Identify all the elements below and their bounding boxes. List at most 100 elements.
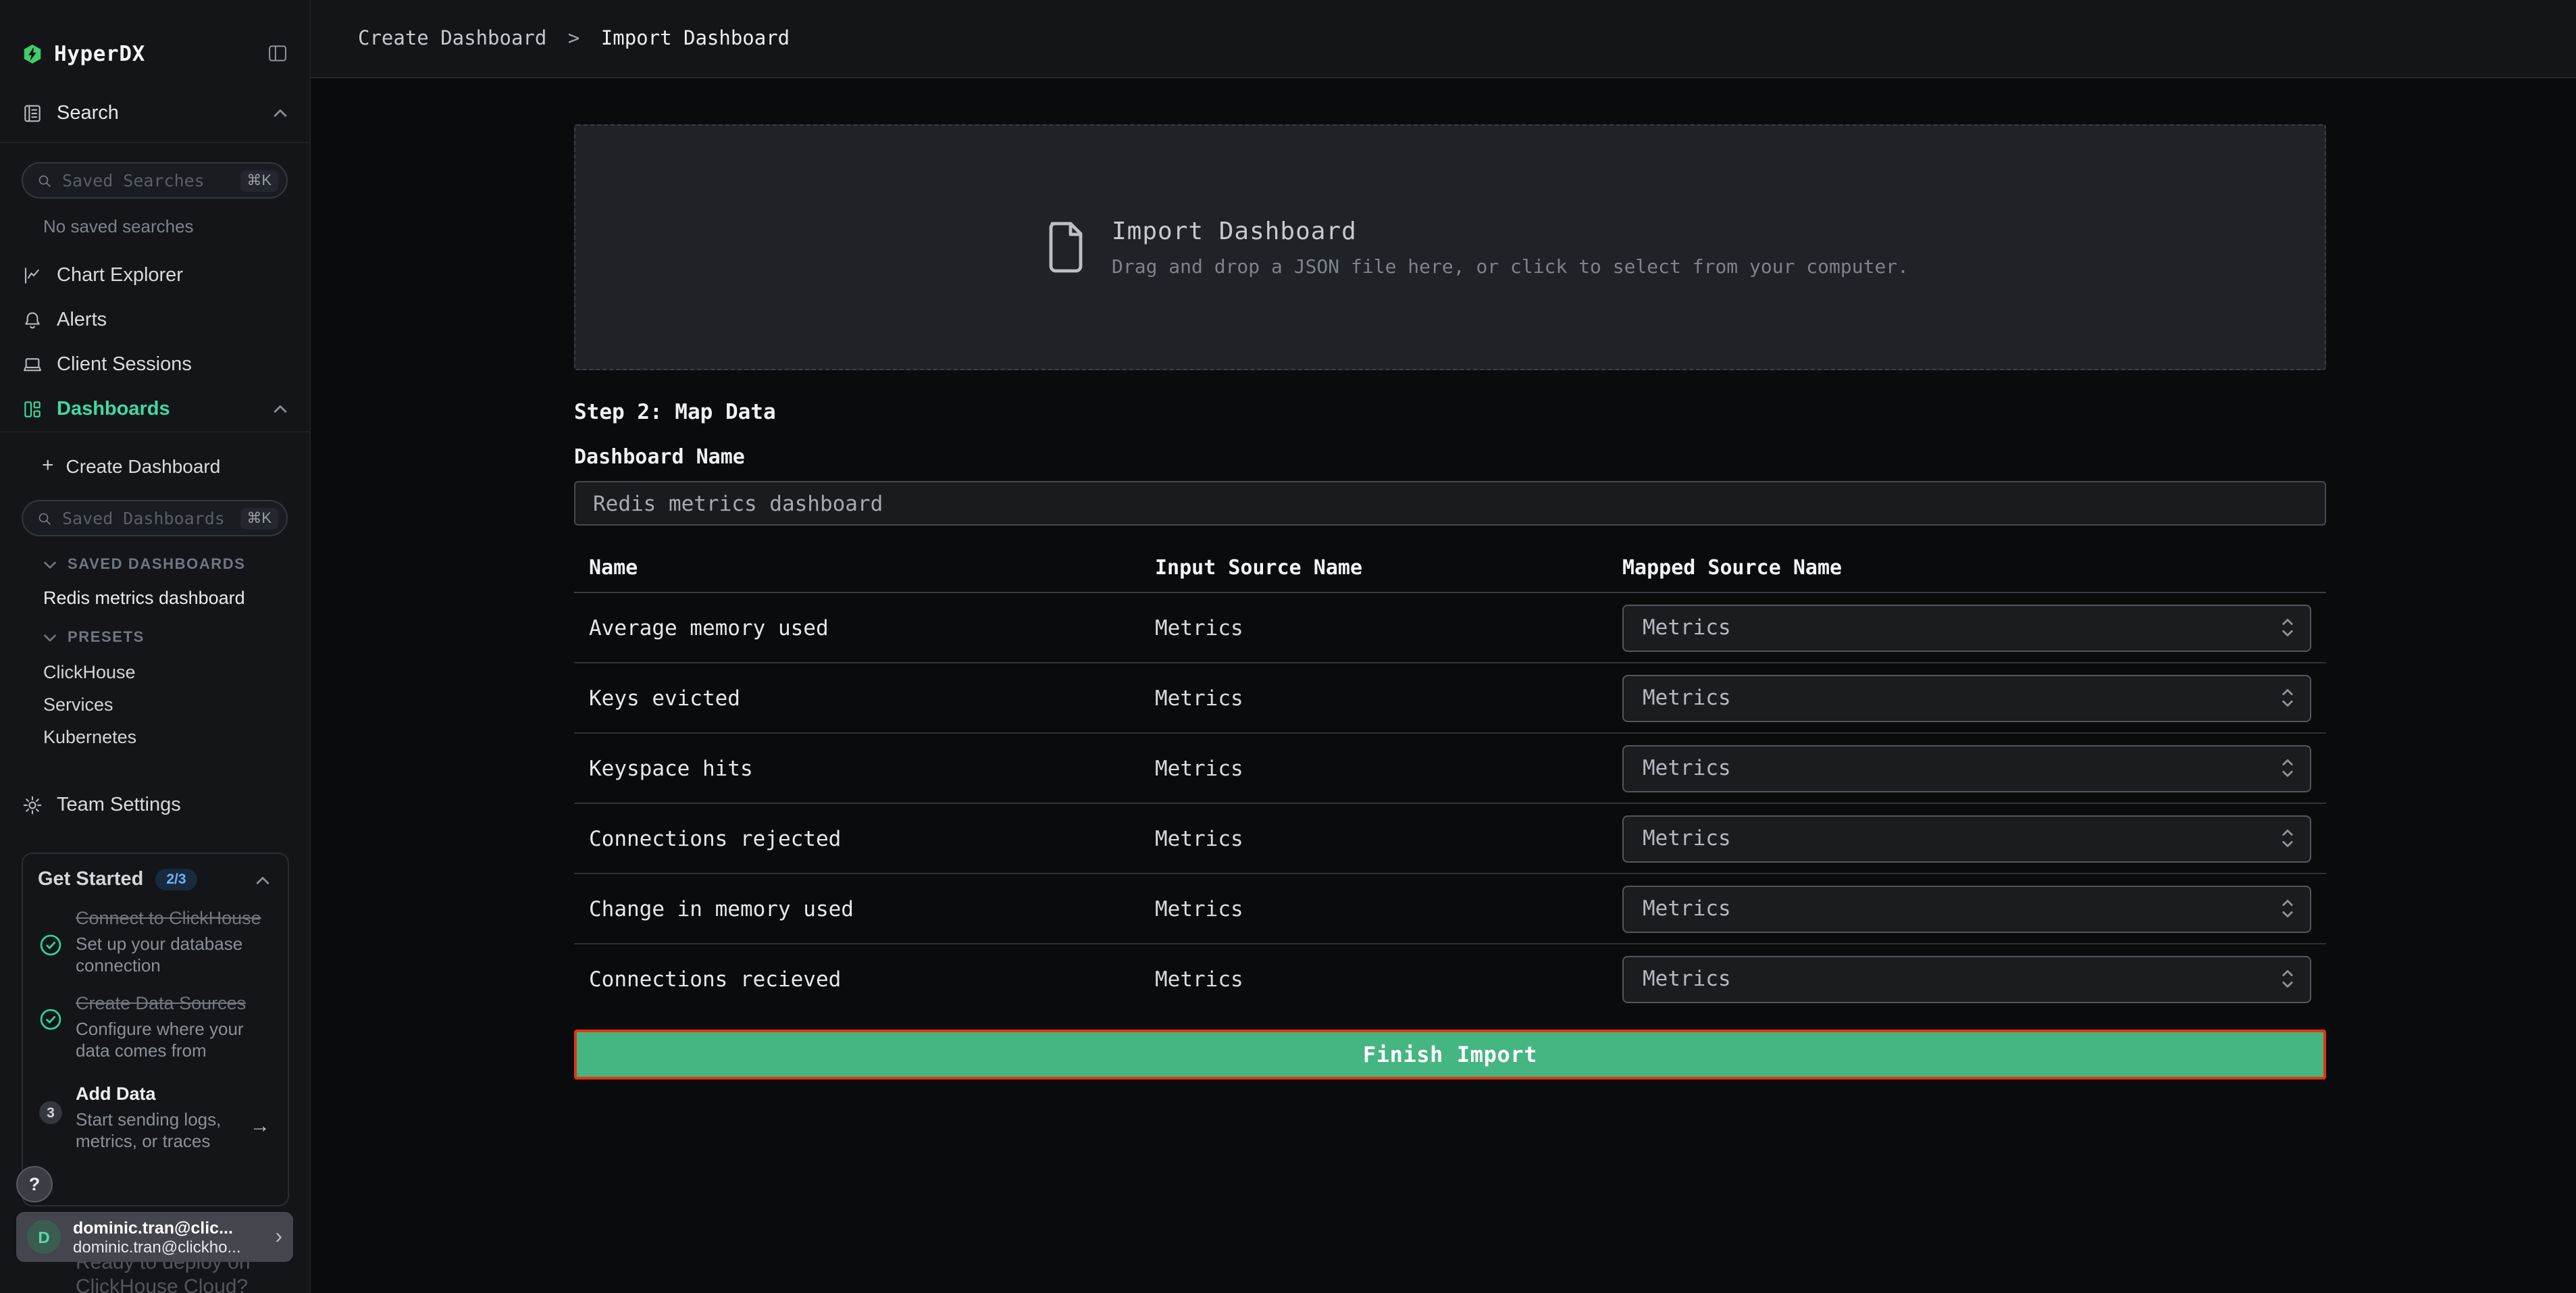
step-title: Create Data Sources [76, 992, 262, 1015]
shortcut-badge: ⌘K [240, 507, 278, 529]
table-header: Name Input Source Name Mapped Source Nam… [574, 553, 2326, 593]
sidebar-item-chart-explorer[interactable]: Chart Explorer [0, 253, 309, 297]
arrow-right-icon[interactable]: → [250, 1115, 270, 1138]
dashboard-name-label: Dashboard Name [574, 445, 2326, 469]
app-title: HyperDX [54, 41, 145, 66]
selector-icon [2282, 968, 2294, 990]
sidebar-item-label: Dashboards [57, 398, 170, 420]
search-section-icon [22, 102, 43, 124]
team-settings-button[interactable]: Team Settings [0, 785, 309, 826]
step-description: Start sending logs, metrics, or traces [76, 1109, 262, 1151]
sidebar-item-client-sessions[interactable]: Client Sessions [0, 342, 309, 386]
user-email: dominic.tran@clickho... [73, 1237, 269, 1256]
preset-item-clickhouse[interactable]: ClickHouse [0, 655, 309, 688]
row-input-source: Metrics [1155, 826, 1243, 851]
row-input-source: Metrics [1155, 967, 1243, 991]
mapping-table: Name Input Source Name Mapped Source Nam… [574, 553, 2326, 1013]
mapped-source-select[interactable]: Metrics [1622, 674, 2311, 721]
sidebar-item-label: Alerts [57, 309, 107, 330]
selector-icon [2282, 617, 2294, 638]
row-name: Keyspace hits [589, 756, 753, 780]
gear-icon [22, 794, 43, 816]
file-icon [1046, 220, 1086, 274]
table-row: Average memory used Metrics Metrics [574, 593, 2326, 663]
get-started-step-connect[interactable]: Connect to ClickHouse Set up your databa… [23, 907, 288, 975]
sidebar-header: HyperDX [0, 0, 309, 76]
preset-item-kubernetes[interactable]: Kubernetes [0, 720, 309, 753]
laptop-icon [22, 353, 43, 375]
step-title: Connect to ClickHouse [76, 907, 262, 930]
get-started-step-add-data[interactable]: 3 Add Data Start sending logs, metrics, … [23, 1082, 288, 1151]
column-header-name: Name [589, 555, 638, 580]
presets-group[interactable]: PRESETS [43, 626, 288, 650]
sidebar-item-alerts[interactable]: Alerts [0, 297, 309, 342]
selector-icon [2282, 757, 2294, 779]
get-started-step-sources[interactable]: Create Data Sources Configure where your… [23, 992, 288, 1061]
step-description: Configure where your data comes from [76, 1019, 262, 1061]
selector-icon [2282, 898, 2294, 919]
saved-dashboard-item[interactable]: Redis metrics dashboard [0, 582, 309, 612]
sidebar-item-label: Client Sessions [57, 353, 192, 375]
step-number-badge: 3 [39, 1101, 63, 1151]
row-input-source: Metrics [1155, 756, 1243, 780]
preset-item-services[interactable]: Services [0, 688, 309, 720]
avatar: D [27, 1220, 61, 1254]
selector-icon [2282, 687, 2294, 709]
step-description: Set up your database connection [76, 934, 262, 975]
divider [0, 431, 309, 432]
search-section-label: Search [57, 102, 119, 124]
chart-line-icon [22, 264, 43, 286]
row-input-source: Metrics [1155, 686, 1243, 710]
finish-import-button[interactable]: Finish Import [574, 1030, 2326, 1080]
check-circle-icon [39, 934, 63, 975]
mapped-source-select[interactable]: Metrics [1622, 955, 2311, 1003]
chevron-up-icon[interactable] [255, 875, 270, 884]
sidebar-item-label: Chart Explorer [57, 264, 183, 286]
table-row: Connections recieved Metrics Metrics [574, 944, 2326, 1013]
row-input-source: Metrics [1155, 615, 1243, 640]
dashboards-grid-icon [22, 398, 43, 420]
saved-searches-input[interactable]: Saved Searches ⌘K [22, 162, 288, 199]
breadcrumb-separator: > [568, 28, 579, 49]
help-button[interactable]: ? [16, 1166, 53, 1202]
chevron-up-icon[interactable] [273, 108, 288, 118]
row-name: Change in memory used [589, 896, 854, 921]
sidebar-collapse-icon[interactable] [267, 43, 288, 64]
group-label-text: SAVED DASHBOARDS [68, 557, 246, 573]
mapped-source-select[interactable]: Metrics [1622, 604, 2311, 651]
dashboard-name-input[interactable] [574, 481, 2326, 526]
chevron-right-icon: › [275, 1225, 282, 1249]
user-profile-button[interactable]: D dominic.tran@clic... dominic.tran@clic… [16, 1212, 293, 1262]
breadcrumb-current: Import Dashboard [601, 28, 790, 49]
mapped-source-select[interactable]: Metrics [1622, 815, 2311, 862]
team-settings-label: Team Settings [57, 794, 181, 816]
chevron-down-icon [43, 633, 57, 642]
create-dashboard-button[interactable]: + Create Dashboard [0, 443, 309, 488]
get-started-title: Get Started [38, 869, 143, 890]
get-started-header[interactable]: Get Started 2/3 [23, 854, 288, 890]
row-input-source: Metrics [1155, 896, 1243, 921]
divider [0, 142, 309, 143]
bell-icon [22, 309, 43, 330]
sidebar-section-search[interactable]: Search [0, 76, 309, 142]
breadcrumb-parent[interactable]: Create Dashboard [358, 28, 546, 49]
import-dropzone[interactable]: Import Dashboard Drag and drop a JSON fi… [574, 124, 2326, 370]
column-header-mapped-source: Mapped Source Name [1622, 555, 1842, 580]
column-header-input-source: Input Source Name [1155, 555, 1362, 580]
search-icon [36, 510, 53, 526]
mapped-source-select[interactable]: Metrics [1622, 885, 2311, 932]
mapped-source-select[interactable]: Metrics [1622, 744, 2311, 792]
table-row: Connections rejected Metrics Metrics [574, 804, 2326, 874]
hyperdx-logo-icon [22, 43, 43, 64]
table-row: Change in memory used Metrics Metrics [574, 874, 2326, 944]
saved-searches-placeholder: Saved Searches [62, 170, 240, 191]
sidebar-item-dashboards[interactable]: Dashboards [0, 386, 309, 431]
saved-dashboards-input[interactable]: Saved Dashboards ⌘K [22, 500, 288, 536]
saved-dashboards-group[interactable]: SAVED DASHBOARDS [43, 553, 288, 577]
chevron-up-icon[interactable] [273, 404, 288, 413]
dropzone-title: Import Dashboard [1112, 217, 1909, 245]
row-name: Average memory used [589, 615, 829, 640]
check-circle-icon [39, 1008, 63, 1061]
plus-icon: + [42, 455, 54, 476]
chevron-down-icon [43, 560, 57, 569]
